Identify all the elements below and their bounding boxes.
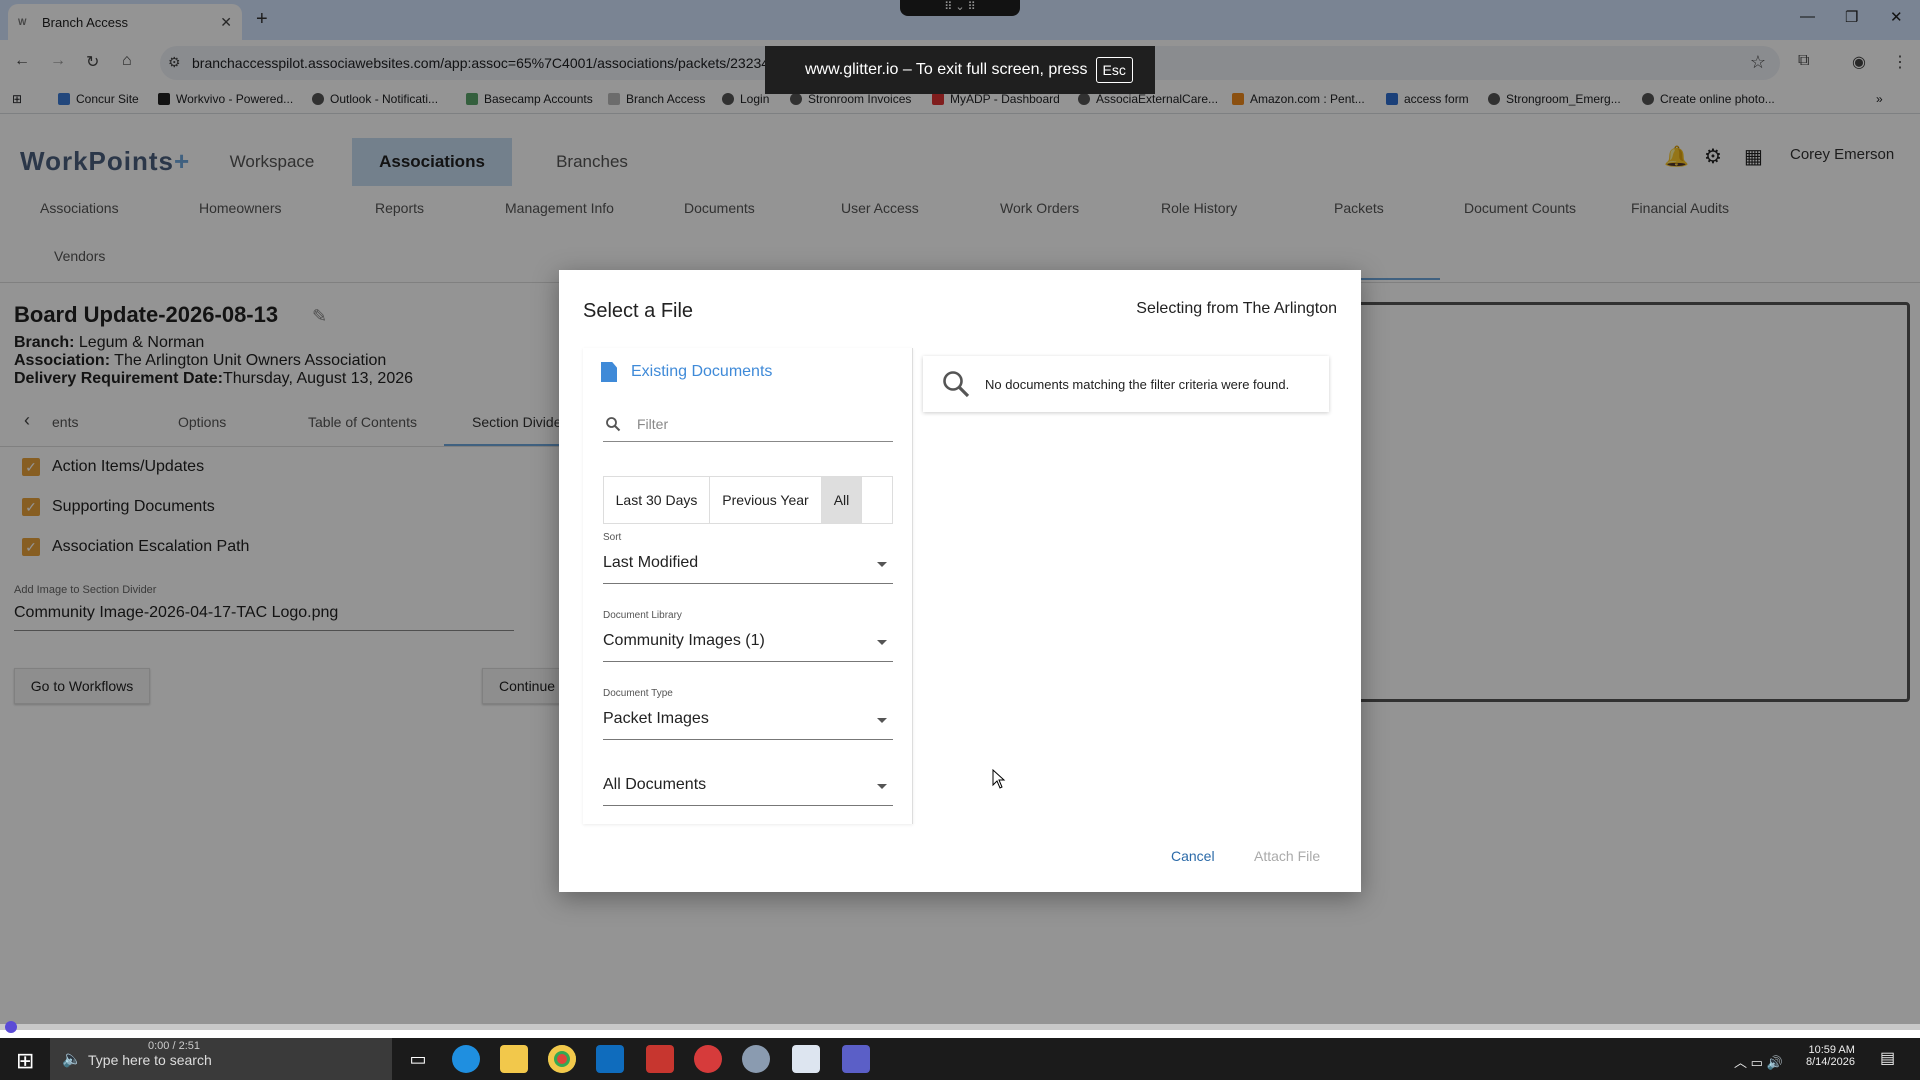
progress-handle[interactable]	[5, 1021, 17, 1033]
dropdown-arrow-icon	[877, 640, 887, 645]
document-type-value: Packet Images	[603, 710, 709, 727]
toggle-previous-year[interactable]: Previous Year	[710, 477, 822, 523]
fullscreen-notice: www.glitter.io – To exit full screen, pr…	[765, 46, 1155, 94]
toggle-all[interactable]: All	[822, 477, 862, 523]
filter-field[interactable]	[603, 412, 893, 442]
dialog-subtitle: Selecting from The Arlington	[1136, 300, 1337, 317]
outlook-icon[interactable]	[596, 1045, 624, 1073]
mouse-cursor-icon	[992, 769, 1006, 789]
dropdown-arrow-icon	[877, 784, 887, 789]
app-red-circle-icon[interactable]	[694, 1045, 722, 1073]
no-results-card: No documents matching the filter criteri…	[923, 356, 1329, 412]
select-file-dialog: Select a File Selecting from The Arlingt…	[559, 270, 1361, 892]
document-scope-value: All Documents	[603, 776, 707, 793]
esc-key-badge: Esc	[1095, 57, 1133, 83]
windows-start-icon[interactable]: ⊞	[16, 1048, 34, 1074]
dialog-title: Select a File	[583, 300, 694, 322]
clock-time: 10:59 AM	[1808, 1044, 1855, 1056]
no-results-message: No documents matching the filter criteri…	[985, 376, 1290, 392]
file-filter-panel: Existing Documents Last 30 Days Previous…	[583, 348, 913, 824]
clock[interactable]: 10:59 AM 8/14/2026	[1806, 1044, 1855, 1068]
pdf-reader-icon[interactable]	[646, 1045, 674, 1073]
video-time: 0:00 / 2:51	[148, 1040, 200, 1052]
document-library-select[interactable]: Community Images (1)	[603, 622, 893, 662]
taskbar-search-placeholder: Type here to search	[88, 1052, 212, 1068]
sort-select[interactable]: Last Modified	[603, 544, 893, 584]
taskbar-search[interactable]: 🔈 0:00 / 2:51 Type here to search	[50, 1038, 392, 1080]
filter-input[interactable]	[637, 412, 887, 436]
toggle-last-30-days[interactable]: Last 30 Days	[604, 477, 710, 523]
notifications-icon[interactable]: ▤	[1880, 1048, 1895, 1068]
dropdown-arrow-icon	[877, 718, 887, 723]
document-library-label: Document Library	[603, 610, 682, 621]
windows-taskbar: ⊞ 🔈 0:00 / 2:51 Type here to search ▭ ︿ …	[0, 1038, 1920, 1080]
task-view-icon[interactable]: ▭	[404, 1045, 432, 1073]
volume-icon[interactable]: 🔈	[62, 1049, 82, 1069]
video-progress-bar[interactable]	[0, 1021, 1920, 1033]
dropdown-arrow-icon	[877, 562, 887, 567]
document-scope-select[interactable]: All Documents	[603, 766, 893, 806]
clock-date: 8/14/2026	[1806, 1056, 1855, 1068]
attach-file-button[interactable]: Attach File	[1254, 848, 1320, 864]
search-icon	[606, 417, 621, 432]
document-type-select[interactable]: Packet Images	[603, 700, 893, 740]
existing-documents-label: Existing Documents	[631, 363, 773, 380]
existing-documents-header[interactable]: Existing Documents	[601, 362, 772, 382]
sort-value: Last Modified	[603, 554, 699, 571]
chrome-browser-icon[interactable]	[548, 1045, 576, 1073]
tray-icons[interactable]: ︿ ▭ 🔊	[1734, 1052, 1783, 1071]
notepad-icon[interactable]	[792, 1045, 820, 1073]
fullscreen-notice-text: www.glitter.io – To exit full screen, pr…	[805, 61, 1088, 78]
document-icon	[601, 362, 617, 382]
document-library-value: Community Images (1)	[603, 632, 765, 649]
teams-icon[interactable]	[842, 1045, 870, 1073]
cancel-button[interactable]: Cancel	[1171, 848, 1215, 864]
search-icon	[943, 371, 970, 398]
document-type-label: Document Type	[603, 688, 673, 699]
date-range-toggle-group: Last 30 Days Previous Year All	[603, 476, 893, 524]
edge-browser-icon[interactable]	[452, 1045, 480, 1073]
sort-label: Sort	[603, 532, 622, 543]
file-explorer-icon[interactable]	[500, 1045, 528, 1073]
app-globe-icon[interactable]	[742, 1045, 770, 1073]
